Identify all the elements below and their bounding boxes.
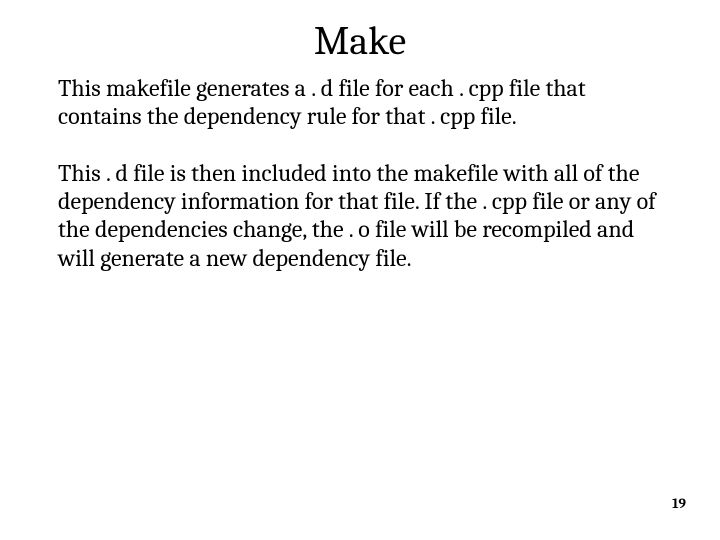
paragraph-1: This makefile generates a . d file for e… — [58, 74, 662, 131]
paragraph-2: This . d file is then included into the … — [58, 159, 662, 272]
slide: Make This makefile generates a . d file … — [0, 0, 720, 540]
slide-body: This makefile generates a . d file for e… — [0, 74, 720, 272]
page-number: 19 — [672, 495, 686, 512]
slide-title: Make — [0, 0, 720, 74]
